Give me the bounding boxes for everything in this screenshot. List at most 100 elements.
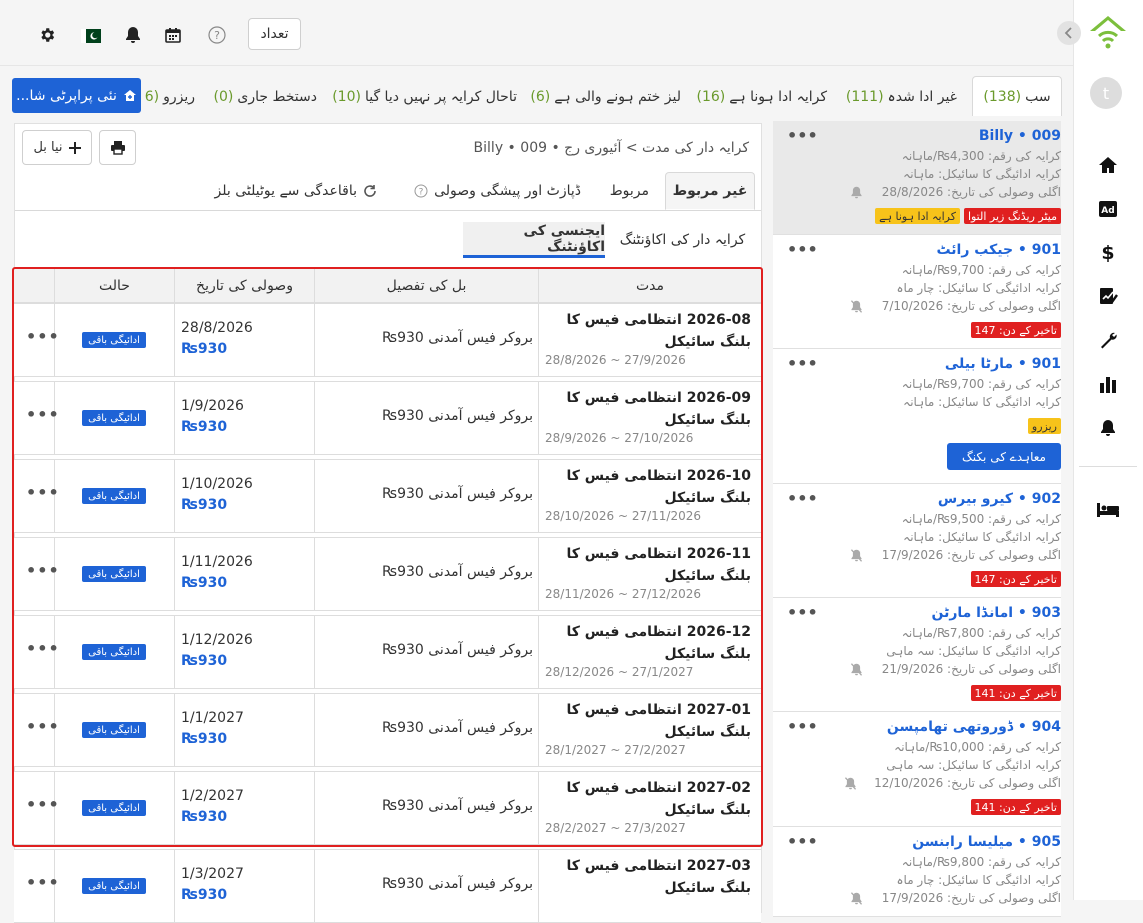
next-collection: اگلی وصولی کی تاریخ: 12/10/2026 xyxy=(874,776,1061,790)
printer-icon xyxy=(110,140,126,155)
tenant-name[interactable]: 901 • مارٹا بیلی xyxy=(945,356,1061,372)
unit-number: 901 xyxy=(1031,242,1061,258)
filter-tab-all[interactable]: سب (138) xyxy=(972,76,1062,116)
tenant-name[interactable]: 903 • امانڈا مارٹن xyxy=(931,605,1061,621)
collapse-chevron-icon[interactable] xyxy=(1057,21,1081,45)
bell-icon[interactable] xyxy=(850,186,863,199)
column-divider xyxy=(314,849,315,923)
filter-tab-label: غیر ادا شدہ xyxy=(887,89,957,105)
filter-tab-lease-ending[interactable]: لیز ختم ہونے والی ہے (6) xyxy=(530,79,681,115)
calendar-icon[interactable] xyxy=(162,24,184,46)
wrench-icon[interactable] xyxy=(1096,328,1120,352)
tenant-name[interactable]: 902 • کیرو بیرس xyxy=(938,491,1061,507)
late-days-badge: تاخیر کے دن: 147 xyxy=(970,571,1061,587)
tenant-name[interactable]: 905 • میلیسا رابنسن xyxy=(912,834,1061,850)
payment-cycle: کرایہ ادائیگی کا سائیکل: چار ماہ xyxy=(896,281,1062,295)
tab-deposit[interactable]: ڈپازٹ اور پیشگی وصولی ? xyxy=(414,172,581,210)
tenant-more-icon[interactable]: ••• xyxy=(787,354,818,373)
bell-off-icon[interactable] xyxy=(850,892,863,905)
tab-utility-bills[interactable]: باقاعدگی سے یوٹیلٹی بلز xyxy=(215,172,377,210)
filter-tab-signing[interactable]: دستخط جاری (0) xyxy=(214,79,317,115)
bell-off-icon[interactable] xyxy=(850,300,863,313)
unit-number: 903 xyxy=(1031,605,1061,621)
next-collection: اگلی وصولی کی تاریخ: 17/9/2026 xyxy=(881,891,1061,905)
bell-icon[interactable] xyxy=(122,24,144,46)
rent-amount: کرایہ کی رقم: 9,700₨/ماہانہ xyxy=(901,263,1061,277)
dollar-icon[interactable]: $ xyxy=(1096,240,1120,264)
filter-tab-unpaid[interactable]: غیر ادا شدہ (111) xyxy=(846,79,957,115)
bell-rail-icon[interactable] xyxy=(1096,416,1120,440)
contract-sign-icon[interactable] xyxy=(1096,284,1120,308)
filter-tab-label: سب xyxy=(1025,88,1051,105)
tenant-name-text: مارٹا بیلی xyxy=(944,356,1014,372)
tenant-more-icon[interactable]: ••• xyxy=(787,126,818,145)
home-plus-icon xyxy=(123,89,137,102)
tenant-name[interactable]: 009 • Billy xyxy=(979,128,1061,144)
bell-off-icon[interactable] xyxy=(850,663,863,676)
tenant-more-icon[interactable]: ••• xyxy=(787,603,818,622)
app-logo[interactable] xyxy=(1088,14,1128,52)
svg-text:?: ? xyxy=(214,29,220,42)
tenant-more-icon[interactable]: ••• xyxy=(787,240,818,259)
tab-linked[interactable]: مربوط xyxy=(610,172,649,210)
tab-unlinked[interactable]: غیر مربوط xyxy=(665,172,755,210)
tenant-name-text: ڈوروتھی تھامپسن xyxy=(886,719,1014,735)
count-button[interactable]: تعداد xyxy=(248,18,301,50)
new-bill-button[interactable]: نیا بل xyxy=(22,130,92,165)
tab-divider xyxy=(15,210,761,211)
print-button[interactable] xyxy=(99,130,136,165)
filter-tab-not-rented[interactable]: تاحال کرایہ پر نہیں دیا گیا (10) xyxy=(332,79,517,115)
tenant-more-icon[interactable]: ••• xyxy=(787,489,818,508)
bed-icon[interactable] xyxy=(1096,498,1120,522)
home-icon[interactable] xyxy=(1096,153,1120,177)
ad-icon[interactable]: Ad xyxy=(1096,197,1120,221)
tenant-name-text: امانڈا مارٹن xyxy=(931,605,1014,621)
tenant-name-text: کیرو بیرس xyxy=(937,491,1014,507)
unit-number: 902 xyxy=(1031,491,1061,507)
tab-agency-accounting[interactable]: ایجنسی کی اکاؤنٹنگ xyxy=(463,222,605,258)
tenant-name-text: Billy xyxy=(978,128,1014,144)
unit-number: 009 xyxy=(1031,128,1061,144)
due-amount[interactable]: ₨930 xyxy=(181,887,227,903)
tenant-tags: کرایہ ادا ہونا ہے میٹر ریڈنگ زیر التوا xyxy=(875,208,1061,224)
bell-off-icon[interactable] xyxy=(844,777,857,790)
payment-cycle: کرایہ ادائیگی کا سائیکل: سہ ماہی xyxy=(886,644,1061,658)
filter-tab-rent-due[interactable]: کرایہ ادا ہونا ہے (16) xyxy=(696,79,827,115)
filter-tab-count: (138) xyxy=(983,88,1022,105)
bell-off-icon[interactable] xyxy=(850,549,863,562)
avatar[interactable]: t xyxy=(1090,77,1122,109)
top-bar xyxy=(0,0,1073,66)
gear-icon[interactable] xyxy=(36,24,58,46)
contract-booking-button[interactable]: معاہدے کی بکنگ xyxy=(947,443,1061,470)
new-bill-label: نیا بل xyxy=(33,140,63,155)
filter-tab-count: (6 xyxy=(144,89,160,105)
meter-reading-tag: میٹر ریڈنگ زیر التوا xyxy=(963,208,1061,224)
rent-amount: کرایہ کی رقم: 10,000₨/ماہانہ xyxy=(894,740,1061,754)
filter-tab-count: (0) xyxy=(213,89,234,105)
next-collection: اگلی وصولی کی تاریخ: 21/9/2026 xyxy=(881,662,1061,676)
tenant-name[interactable]: 901 • جیکب رائٹ xyxy=(936,242,1061,258)
payment-cycle: کرایہ ادائیگی کا سائیکل: ماہانہ xyxy=(903,395,1061,409)
new-property-button[interactable]: نئی پراپرٹی شا... xyxy=(12,78,141,113)
tab-tenant-accounting[interactable]: کرایہ دار کی اکاؤنٹنگ xyxy=(610,222,755,258)
period-title: 2027-03 انتظامی فیس کا بلنگ سائیکل xyxy=(566,858,751,896)
rail-divider xyxy=(1079,466,1137,467)
filter-tab-label: کرایہ ادا ہونا ہے xyxy=(729,89,827,105)
tenant-more-icon[interactable]: ••• xyxy=(787,832,818,851)
svg-text:Ad: Ad xyxy=(1101,206,1114,216)
late-days-badge: تاخیر کے دن: 141 xyxy=(970,799,1061,815)
tenant-name-text: میلیسا رابنسن xyxy=(912,834,1014,850)
svg-text:?: ? xyxy=(419,188,424,198)
help-icon[interactable]: ? xyxy=(206,24,228,46)
tenant-name[interactable]: 904 • ڈوروتھی تھامپسن xyxy=(887,719,1061,735)
help-small-icon[interactable]: ? xyxy=(414,184,428,198)
bill-detail: بروکر فیس آمدنی 930₨ xyxy=(382,876,533,892)
pakistan-flag-icon[interactable] xyxy=(80,25,102,47)
row-more-icon[interactable]: ••• xyxy=(26,873,60,892)
rent-amount: کرایہ کی رقم: 9,700₨/ماہانہ xyxy=(901,377,1061,391)
filter-tab-reserved[interactable]: ریزرو (6 xyxy=(145,79,195,115)
tenant-more-icon[interactable]: ••• xyxy=(787,717,818,736)
bar-chart-icon[interactable] xyxy=(1096,372,1120,396)
breadcrumb[interactable]: کرایہ دار کی مدت > آئیوری رج • 009 • Bil… xyxy=(474,140,749,156)
rent-amount: کرایہ کی رقم: 7,800₨/ماہانہ xyxy=(901,626,1061,640)
